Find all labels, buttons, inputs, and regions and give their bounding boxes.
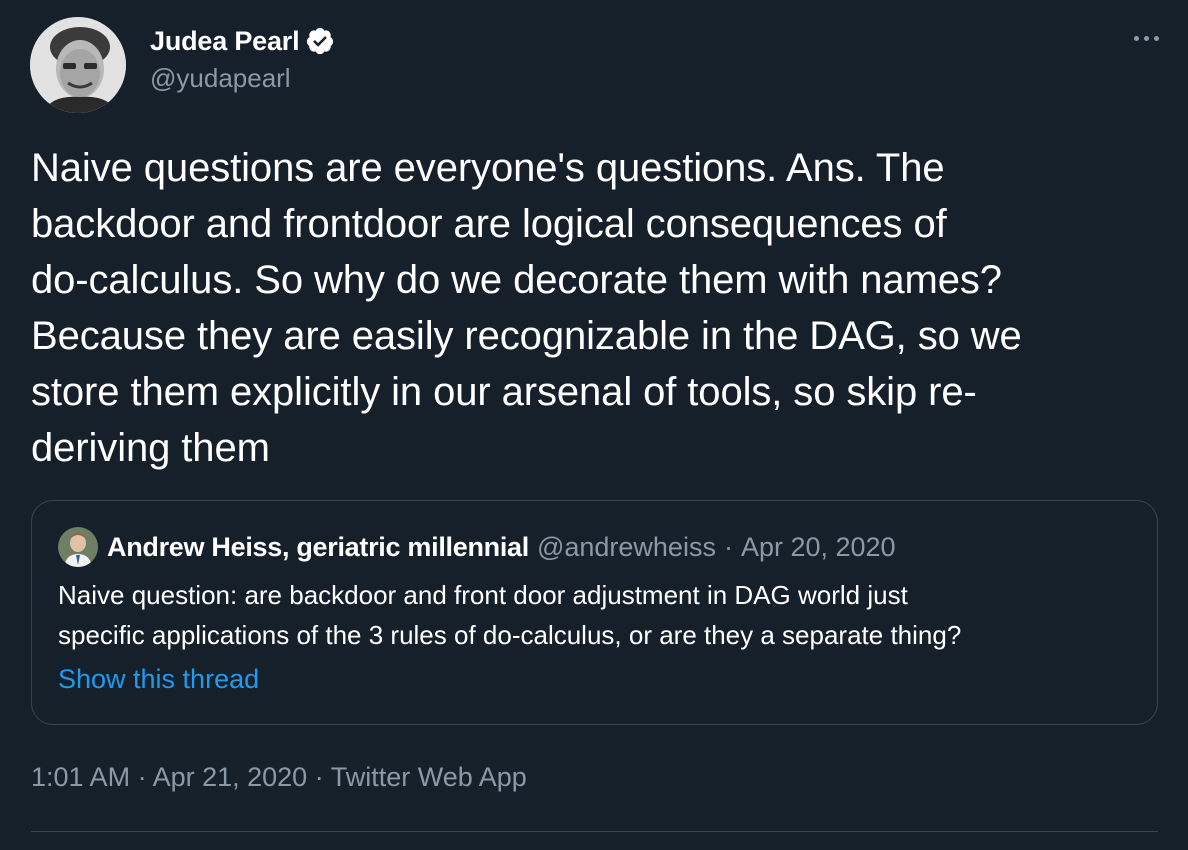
tweet-source[interactable]: Twitter Web App [331,762,527,792]
quoted-author-name[interactable]: Andrew Heiss, geriatric millennial [107,532,529,563]
show-thread-link[interactable]: Show this thread [58,664,259,695]
more-dot [1153,35,1159,41]
tweet-meta: 1:01 AM · Apr 21, 2020 · Twitter Web App [31,762,527,793]
more-dot [1133,35,1139,41]
tweet-text: Naive questions are everyone's questions… [31,146,1022,470]
author-handle[interactable]: @yudapearl [150,63,291,94]
divider [31,831,1158,832]
quoted-author-avatar[interactable] [58,527,98,567]
meta-separator: · [307,762,331,792]
meta-separator: · [130,762,153,792]
author-display-name[interactable]: Judea Pearl [150,26,300,57]
quoted-tweet-header: Andrew Heiss, geriatric millennial @andr… [58,527,896,567]
verified-badge-icon [305,26,335,56]
quoted-tweet-text: Naive question: are backdoor and front d… [58,580,962,650]
quoted-meta-separator: · [723,531,733,562]
author-avatar[interactable] [30,17,126,113]
tweet-detail: Judea Pearl @yudapearl Naive questions a… [0,0,1188,850]
more-dot [1143,35,1149,41]
quoted-avatar-photo [58,527,98,567]
quoted-tweet-date[interactable]: Apr 20, 2020 [741,532,896,563]
tweet-time[interactable]: 1:01 AM [31,762,130,792]
author-name-row: Judea Pearl [150,22,335,60]
quoted-tweet-card[interactable]: Andrew Heiss, geriatric millennial @andr… [31,500,1158,725]
more-options-icon[interactable] [1126,20,1166,56]
quoted-author-handle[interactable]: @andrewheiss [537,532,716,563]
avatar-photo [30,17,126,113]
tweet-date[interactable]: Apr 21, 2020 [153,762,308,792]
